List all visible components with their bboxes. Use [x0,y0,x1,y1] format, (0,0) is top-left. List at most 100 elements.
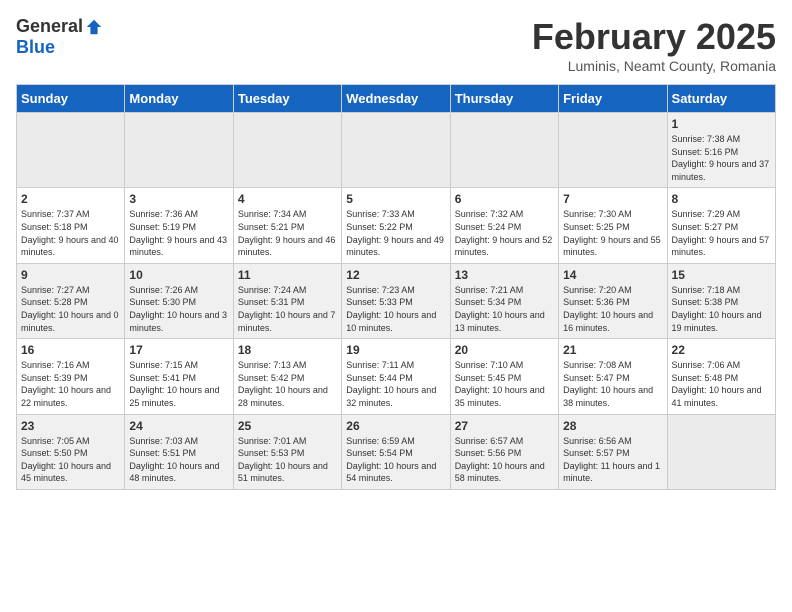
day-number: 5 [346,192,445,206]
calendar-day-cell [667,414,775,489]
day-info: Sunrise: 7:06 AM Sunset: 5:48 PM Dayligh… [672,359,771,409]
calendar-day-cell: 19 Sunrise: 7:11 AM Sunset: 5:44 PM Dayli… [342,339,450,414]
day-number: 13 [455,268,554,282]
calendar-day-cell: 15 Sunrise: 7:18 AM Sunset: 5:38 PM Dayli… [667,263,775,338]
day-number: 18 [238,343,337,357]
day-info: Sunrise: 7:33 AM Sunset: 5:22 PM Dayligh… [346,208,445,258]
day-number: 27 [455,419,554,433]
day-number: 21 [563,343,662,357]
calendar-week-row: 2 Sunrise: 7:37 AM Sunset: 5:18 PM Daylig… [17,188,776,263]
calendar-day-cell: 13 Sunrise: 7:21 AM Sunset: 5:34 PM Dayli… [450,263,558,338]
day-number: 22 [672,343,771,357]
month-title: February 2025 [532,16,776,58]
day-info: Sunrise: 7:30 AM Sunset: 5:25 PM Dayligh… [563,208,662,258]
calendar-day-cell: 8 Sunrise: 7:29 AM Sunset: 5:27 PM Daylig… [667,188,775,263]
calendar-day-cell: 16 Sunrise: 7:16 AM Sunset: 5:39 PM Dayli… [17,339,125,414]
day-info: Sunrise: 7:01 AM Sunset: 5:53 PM Dayligh… [238,435,337,485]
day-info: Sunrise: 7:34 AM Sunset: 5:21 PM Dayligh… [238,208,337,258]
day-number: 17 [129,343,228,357]
day-info: Sunrise: 7:03 AM Sunset: 5:51 PM Dayligh… [129,435,228,485]
day-number: 12 [346,268,445,282]
page-header: General Blue February 2025 Luminis, Neam… [16,16,776,74]
calendar-day-cell: 27 Sunrise: 6:57 AM Sunset: 5:56 PM Dayli… [450,414,558,489]
weekday-header-friday: Friday [559,85,667,113]
weekday-header-tuesday: Tuesday [233,85,341,113]
calendar-day-cell: 5 Sunrise: 7:33 AM Sunset: 5:22 PM Daylig… [342,188,450,263]
day-info: Sunrise: 7:26 AM Sunset: 5:30 PM Dayligh… [129,284,228,334]
calendar-day-cell: 26 Sunrise: 6:59 AM Sunset: 5:54 PM Dayli… [342,414,450,489]
location-subtitle: Luminis, Neamt County, Romania [532,58,776,74]
calendar-day-cell: 10Sunrise: 7:26 AM Sunset: 5:30 PM Dayli… [125,263,233,338]
day-number: 25 [238,419,337,433]
calendar-day-cell: 3 Sunrise: 7:36 AM Sunset: 5:19 PM Daylig… [125,188,233,263]
calendar-day-cell: 11Sunrise: 7:24 AM Sunset: 5:31 PM Dayli… [233,263,341,338]
day-number: 24 [129,419,228,433]
day-info: Sunrise: 7:05 AM Sunset: 5:50 PM Dayligh… [21,435,120,485]
day-info: Sunrise: 7:20 AM Sunset: 5:36 PM Dayligh… [563,284,662,334]
day-info: Sunrise: 7:29 AM Sunset: 5:27 PM Dayligh… [672,208,771,258]
day-info: Sunrise: 6:59 AM Sunset: 5:54 PM Dayligh… [346,435,445,485]
logo: General Blue [16,16,103,58]
day-info: Sunrise: 7:18 AM Sunset: 5:38 PM Dayligh… [672,284,771,334]
day-info: Sunrise: 7:08 AM Sunset: 5:47 PM Dayligh… [563,359,662,409]
day-number: 20 [455,343,554,357]
calendar-day-cell: 7 Sunrise: 7:30 AM Sunset: 5:25 PM Daylig… [559,188,667,263]
day-number: 19 [346,343,445,357]
calendar-day-cell: 2 Sunrise: 7:37 AM Sunset: 5:18 PM Daylig… [17,188,125,263]
calendar-day-cell: 1 Sunrise: 7:38 AM Sunset: 5:16 PM Daylig… [667,113,775,188]
day-info: Sunrise: 7:11 AM Sunset: 5:44 PM Dayligh… [346,359,445,409]
day-number: 15 [672,268,771,282]
day-number: 3 [129,192,228,206]
day-info: Sunrise: 7:13 AM Sunset: 5:42 PM Dayligh… [238,359,337,409]
day-info: Sunrise: 7:27 AM Sunset: 5:28 PM Dayligh… [21,284,120,334]
calendar-week-row: 23Sunrise: 7:05 AM Sunset: 5:50 PM Dayli… [17,414,776,489]
calendar-day-cell: 28 Sunrise: 6:56 AM Sunset: 5:57 PM Dayli… [559,414,667,489]
calendar-day-cell [17,113,125,188]
day-info: Sunrise: 6:56 AM Sunset: 5:57 PM Dayligh… [563,435,662,485]
calendar-day-cell: 24 Sunrise: 7:03 AM Sunset: 5:51 PM Dayli… [125,414,233,489]
day-number: 26 [346,419,445,433]
day-info: Sunrise: 7:36 AM Sunset: 5:19 PM Dayligh… [129,208,228,258]
calendar-day-cell: 23Sunrise: 7:05 AM Sunset: 5:50 PM Dayli… [17,414,125,489]
day-info: Sunrise: 7:38 AM Sunset: 5:16 PM Dayligh… [672,133,771,183]
title-section: February 2025 Luminis, Neamt County, Rom… [532,16,776,74]
calendar-day-cell [125,113,233,188]
day-info: Sunrise: 6:57 AM Sunset: 5:56 PM Dayligh… [455,435,554,485]
calendar-day-cell [342,113,450,188]
day-info: Sunrise: 7:15 AM Sunset: 5:41 PM Dayligh… [129,359,228,409]
calendar-day-cell: 17 Sunrise: 7:15 AM Sunset: 5:41 PM Dayli… [125,339,233,414]
day-info: Sunrise: 7:16 AM Sunset: 5:39 PM Dayligh… [21,359,120,409]
calendar-day-cell: 9Sunrise: 7:27 AM Sunset: 5:28 PM Daylig… [17,263,125,338]
day-info: Sunrise: 7:24 AM Sunset: 5:31 PM Dayligh… [238,284,337,334]
logo-blue-text: Blue [16,37,55,58]
calendar-day-cell: 22 Sunrise: 7:06 AM Sunset: 5:48 PM Dayli… [667,339,775,414]
calendar-table: SundayMondayTuesdayWednesdayThursdayFrid… [16,84,776,490]
calendar-day-cell: 14 Sunrise: 7:20 AM Sunset: 5:36 PM Dayli… [559,263,667,338]
day-info: Sunrise: 7:10 AM Sunset: 5:45 PM Dayligh… [455,359,554,409]
day-number: 16 [21,343,120,357]
day-number: 8 [672,192,771,206]
weekday-header-thursday: Thursday [450,85,558,113]
day-number: 14 [563,268,662,282]
calendar-day-cell: 25 Sunrise: 7:01 AM Sunset: 5:53 PM Dayli… [233,414,341,489]
calendar-week-row: 16 Sunrise: 7:16 AM Sunset: 5:39 PM Dayli… [17,339,776,414]
calendar-day-cell: 6 Sunrise: 7:32 AM Sunset: 5:24 PM Daylig… [450,188,558,263]
day-number: 6 [455,192,554,206]
calendar-day-cell: 4 Sunrise: 7:34 AM Sunset: 5:21 PM Daylig… [233,188,341,263]
calendar-day-cell: 21 Sunrise: 7:08 AM Sunset: 5:47 PM Dayli… [559,339,667,414]
day-number: 1 [672,117,771,131]
calendar-day-cell: 20 Sunrise: 7:10 AM Sunset: 5:45 PM Dayli… [450,339,558,414]
calendar-header-row: SundayMondayTuesdayWednesdayThursdayFrid… [17,85,776,113]
day-number: 7 [563,192,662,206]
day-info: Sunrise: 7:37 AM Sunset: 5:18 PM Dayligh… [21,208,120,258]
weekday-header-monday: Monday [125,85,233,113]
day-info: Sunrise: 7:21 AM Sunset: 5:34 PM Dayligh… [455,284,554,334]
day-number: 2 [21,192,120,206]
day-info: Sunrise: 7:32 AM Sunset: 5:24 PM Dayligh… [455,208,554,258]
day-number: 28 [563,419,662,433]
weekday-header-wednesday: Wednesday [342,85,450,113]
day-number: 4 [238,192,337,206]
calendar-day-cell [559,113,667,188]
weekday-header-sunday: Sunday [17,85,125,113]
calendar-day-cell [450,113,558,188]
